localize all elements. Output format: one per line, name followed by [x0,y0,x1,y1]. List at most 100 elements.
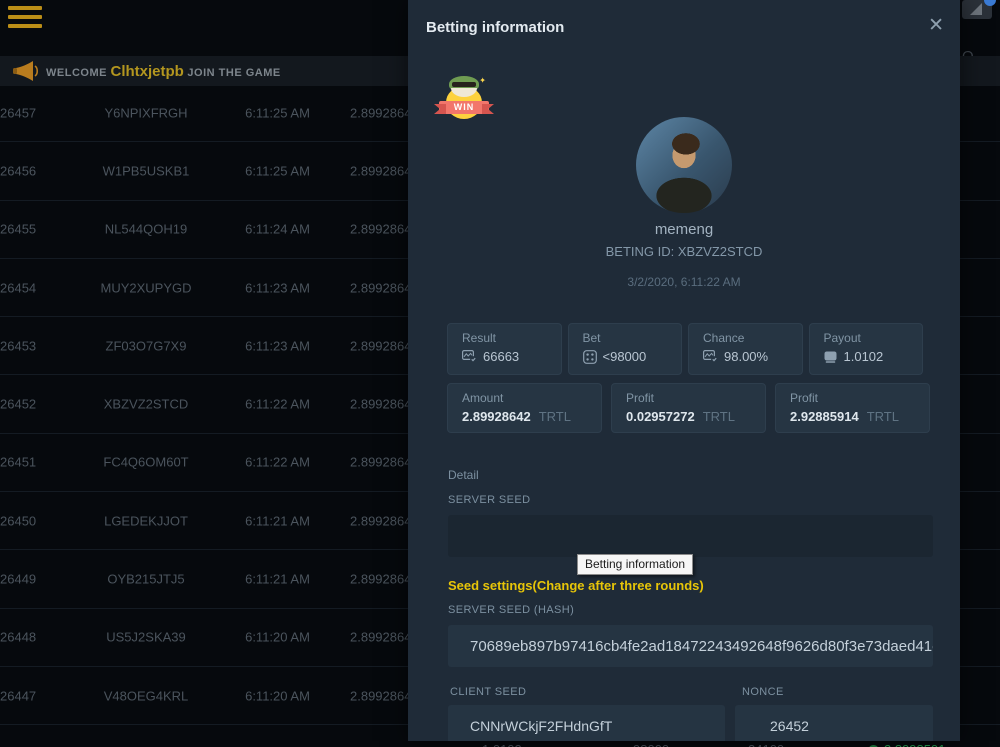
time-cell: 6:11:25 AM [235,105,320,120]
sliver-bet: 98000 [633,742,669,747]
time-cell: 6:11:22 AM [235,455,320,470]
nonce-input[interactable] [735,705,933,741]
amount-label: Profit [790,391,929,405]
stat-label: Chance [703,331,802,345]
bet-id-cell: 26450 [0,513,36,528]
seed-settings-note: Seed settings(Change after three rounds) [448,578,704,593]
sliver-profit-value: 2.8998591 [884,742,945,747]
profit-box: Profit 0.02957272 TRTL [611,383,766,433]
sparkle-icon: ✦ [479,76,486,85]
time-cell: 6:11:23 AM [235,280,320,295]
close-icon[interactable]: ✕ [928,16,944,35]
stat-bet: Bet <98000 [568,323,683,375]
dice-icon [583,350,597,364]
stat-payout: Payout 1.0102 [809,323,924,375]
modal-title: Betting information [426,19,564,36]
detail-label: Detail [448,468,479,482]
win-ribbon: WIN [439,101,489,114]
time-cell: 6:11:20 AM [235,688,320,703]
stat-value: <98000 [603,349,647,364]
amounts-row: Amount 2.89928642 TRTL Profit 0.02957272 T… [447,383,930,433]
player-cell: V48OEG4KRL [85,688,207,703]
username: memeng [408,221,960,238]
bet-id-cell: 26447 [0,688,36,703]
badge-sunglasses [452,82,476,87]
sliver-profit: 2.8998591 [868,742,945,747]
client-seed-input[interactable] [448,705,725,741]
time-cell: 6:11:23 AM [235,338,320,353]
tooltip: Betting information [577,554,693,575]
stat-value: 1.0102 [844,349,884,364]
bet-id-cell: 26452 [0,397,36,412]
stat-value: 66663 [483,349,519,364]
welcome-label: WELCOME [46,67,107,79]
payout-icon [824,351,838,363]
amount-label: Amount [462,391,601,405]
betting-id: BETING ID: XBZVZ2STCD [408,244,960,259]
bet-id-cell: 26448 [0,630,36,645]
amount-value: 0.02957272 [626,409,695,424]
screen: Q WELCOME Clhtxjetpb JOIN THE GAME 26457… [0,0,1000,747]
player-cell: MUY2XUPYGD [85,280,207,295]
currency-label: TRTL [867,409,899,424]
player-cell: OYB215JTJ5 [85,572,207,587]
bet-id-cell: 26455 [0,222,36,237]
stat-label: Result [462,331,561,345]
amount-box: Amount 2.89928642 TRTL [447,383,602,433]
hamburger-bar [8,6,42,10]
send-icon [969,2,985,17]
player-cell: ZF03O7G7X9 [85,338,207,353]
menu-hamburger-icon[interactable] [8,6,44,32]
stat-value: 98.00% [724,349,768,364]
bet-id-cell: 26451 [0,455,36,470]
welcome-banner-text: WELCOME Clhtxjetpb JOIN THE GAME [46,63,281,80]
win-badge-icon: ✦ WIN [439,76,489,122]
avatar[interactable] [636,117,732,213]
time-cell: 6:11:21 AM [235,513,320,528]
amount-label: Profit [626,391,765,405]
player-cell: US5J2SKA39 [85,630,207,645]
bet-timestamp: 3/2/2020, 6:11:22 AM [408,275,960,289]
stat-result: Result 66663 [447,323,562,375]
bet-id-cell: 26456 [0,163,36,178]
player-cell: FC4Q6OM60T [85,455,207,470]
player-cell: LGEDEKJJOT [85,513,207,528]
betting-info-modal: Betting information ✕ ✦ WIN memeng BETIN… [408,0,960,741]
time-cell: 6:11:22 AM [235,397,320,412]
banner-username: Clhtxjetpb [111,63,184,80]
player-cell: W1PB5USKB1 [85,163,207,178]
bet-id-cell: 26454 [0,280,36,295]
chance-icon [703,350,718,363]
currency-label: TRTL [539,409,571,424]
profit-total-box: Profit 2.92885914 TRTL [775,383,930,433]
sliver-payout: 1.0102 [482,742,522,747]
bet-id-cell: 26457 [0,105,36,120]
stat-label: Bet [583,331,682,345]
hamburger-bar [8,24,42,28]
nonce-label: NONCE [742,686,784,698]
player-cell: XBZVZ2STCD [85,397,207,412]
stat-chance: Chance 98.00% [688,323,803,375]
time-cell: 6:11:24 AM [235,222,320,237]
stats-row: Result 66663 Bet [447,323,923,375]
server-seed-label: SERVER SEED [448,494,530,506]
server-seed-hash-input[interactable] [448,625,933,667]
join-label: JOIN THE GAME [187,67,280,79]
currency-label: TRTL [703,409,735,424]
player-cell: NL544QOH19 [85,222,207,237]
megaphone-icon [12,60,40,82]
time-cell: 6:11:25 AM [235,163,320,178]
time-cell: 6:11:21 AM [235,572,320,587]
stat-label: Payout [824,331,923,345]
server-seed-hash-label: SERVER SEED (HASH) [448,604,574,616]
hamburger-bar [8,15,42,19]
bet-id-cell: 26449 [0,572,36,587]
bet-id-cell: 26453 [0,338,36,353]
client-seed-label: CLIENT SEED [450,686,526,698]
player-cell: Y6NPIXFRGH [85,105,207,120]
server-seed-input[interactable] [448,515,933,557]
time-cell: 6:11:20 AM [235,630,320,645]
sliver-result: 24100 [748,742,784,747]
amount-value: 2.89928642 [462,409,531,424]
amount-value: 2.92885914 [790,409,859,424]
